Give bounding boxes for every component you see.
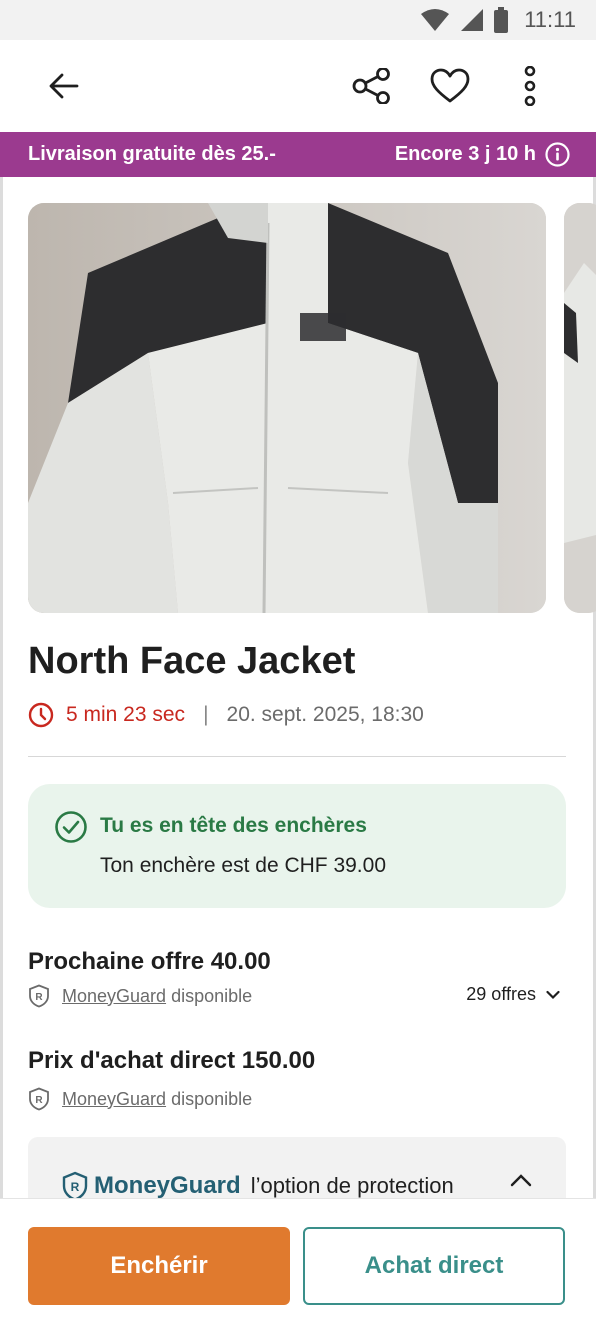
- moneyguard-shield-icon: R: [29, 984, 49, 1008]
- check-circle-icon: [55, 811, 87, 843]
- share-icon: [352, 68, 390, 104]
- moneyguard-link[interactable]: MoneyGuard: [62, 986, 166, 1007]
- status-time: 11:11: [524, 7, 576, 32]
- battery-icon: [494, 7, 509, 33]
- back-arrow-icon: [49, 73, 79, 99]
- info-icon[interactable]: [545, 142, 570, 167]
- next-product-photo[interactable]: [564, 203, 596, 613]
- leading-bid-amount: Ton enchère est de CHF 39.00: [100, 854, 387, 877]
- next-offer-moneyguard: R MoneyGuard disponible: [28, 984, 252, 1008]
- leading-bid-notice: Tu es en tête des enchères Ton enchère e…: [28, 784, 566, 908]
- product-title: North Face Jacket: [28, 640, 356, 682]
- bottom-action-bar: Enchérir Achat direct: [0, 1198, 596, 1334]
- moneyguard-logo-icon: R: [62, 1171, 88, 1201]
- jacket-image: [28, 203, 546, 613]
- direct-buy-title: Prix d'achat direct 150.00: [28, 1047, 316, 1074]
- auction-timer-row: 5 min 23 sec | 20. sept. 2025, 18:30: [28, 702, 424, 728]
- moneyguard-shield-icon: R: [29, 1087, 49, 1111]
- chevron-down-icon: [546, 990, 560, 999]
- more-vert-icon: [524, 66, 536, 106]
- promo-banner: Livraison gratuite dès 25.- Encore 3 j 1…: [0, 132, 596, 177]
- timer-separator: |: [203, 703, 209, 726]
- direct-buy-moneyguard: R MoneyGuard disponible: [28, 1087, 252, 1111]
- offers-count-text: 29 offres: [466, 984, 536, 1004]
- share-button[interactable]: [348, 62, 396, 110]
- countdown-text: 5 min 23 sec: [66, 703, 186, 726]
- jacket-image-secondary: [564, 203, 596, 613]
- auction-end-date: 20. sept. 2025, 18:30: [226, 703, 424, 726]
- favorite-button[interactable]: [426, 62, 474, 110]
- moneyguard-brand-name: MoneyGuard: [94, 1172, 241, 1199]
- svg-text:R: R: [71, 1180, 80, 1194]
- app-bar: [0, 40, 596, 132]
- wifi-icon: [421, 9, 450, 31]
- promo-time-left: Encore 3 j 10 h: [394, 143, 536, 165]
- signal-icon: [461, 9, 484, 31]
- status-bar: 11:11: [0, 0, 596, 40]
- moneyguard-available: disponible: [171, 1088, 253, 1109]
- divider: [28, 756, 566, 757]
- offers-count-toggle[interactable]: 29 offres: [466, 984, 560, 1005]
- buy-now-button[interactable]: Achat direct: [303, 1227, 565, 1305]
- product-photo[interactable]: [28, 203, 546, 613]
- moneyguard-available: disponible: [171, 985, 253, 1006]
- bid-button[interactable]: Enchérir: [28, 1227, 290, 1305]
- clock-icon: [28, 702, 54, 728]
- heart-icon: [430, 68, 470, 103]
- more-options-button[interactable]: [506, 62, 554, 110]
- product-gallery[interactable]: [0, 203, 596, 613]
- moneyguard-link[interactable]: MoneyGuard: [62, 1089, 166, 1110]
- moneyguard-brand-row: R MoneyGuard l’option de protection: [62, 1171, 454, 1201]
- svg-text:R: R: [35, 1095, 43, 1106]
- moneyguard-tagline: l’option de protection: [250, 1173, 454, 1198]
- chevron-up-icon[interactable]: [510, 1173, 532, 1187]
- back-button[interactable]: [40, 62, 88, 110]
- promo-free-shipping: Livraison gratuite dès 25.-: [28, 143, 276, 165]
- svg-text:R: R: [35, 992, 43, 1003]
- status-icons: 11:11: [420, 0, 576, 40]
- leading-bid-heading: Tu es en tête des enchères: [100, 814, 367, 837]
- next-offer-title: Prochaine offre 40.00: [28, 948, 271, 975]
